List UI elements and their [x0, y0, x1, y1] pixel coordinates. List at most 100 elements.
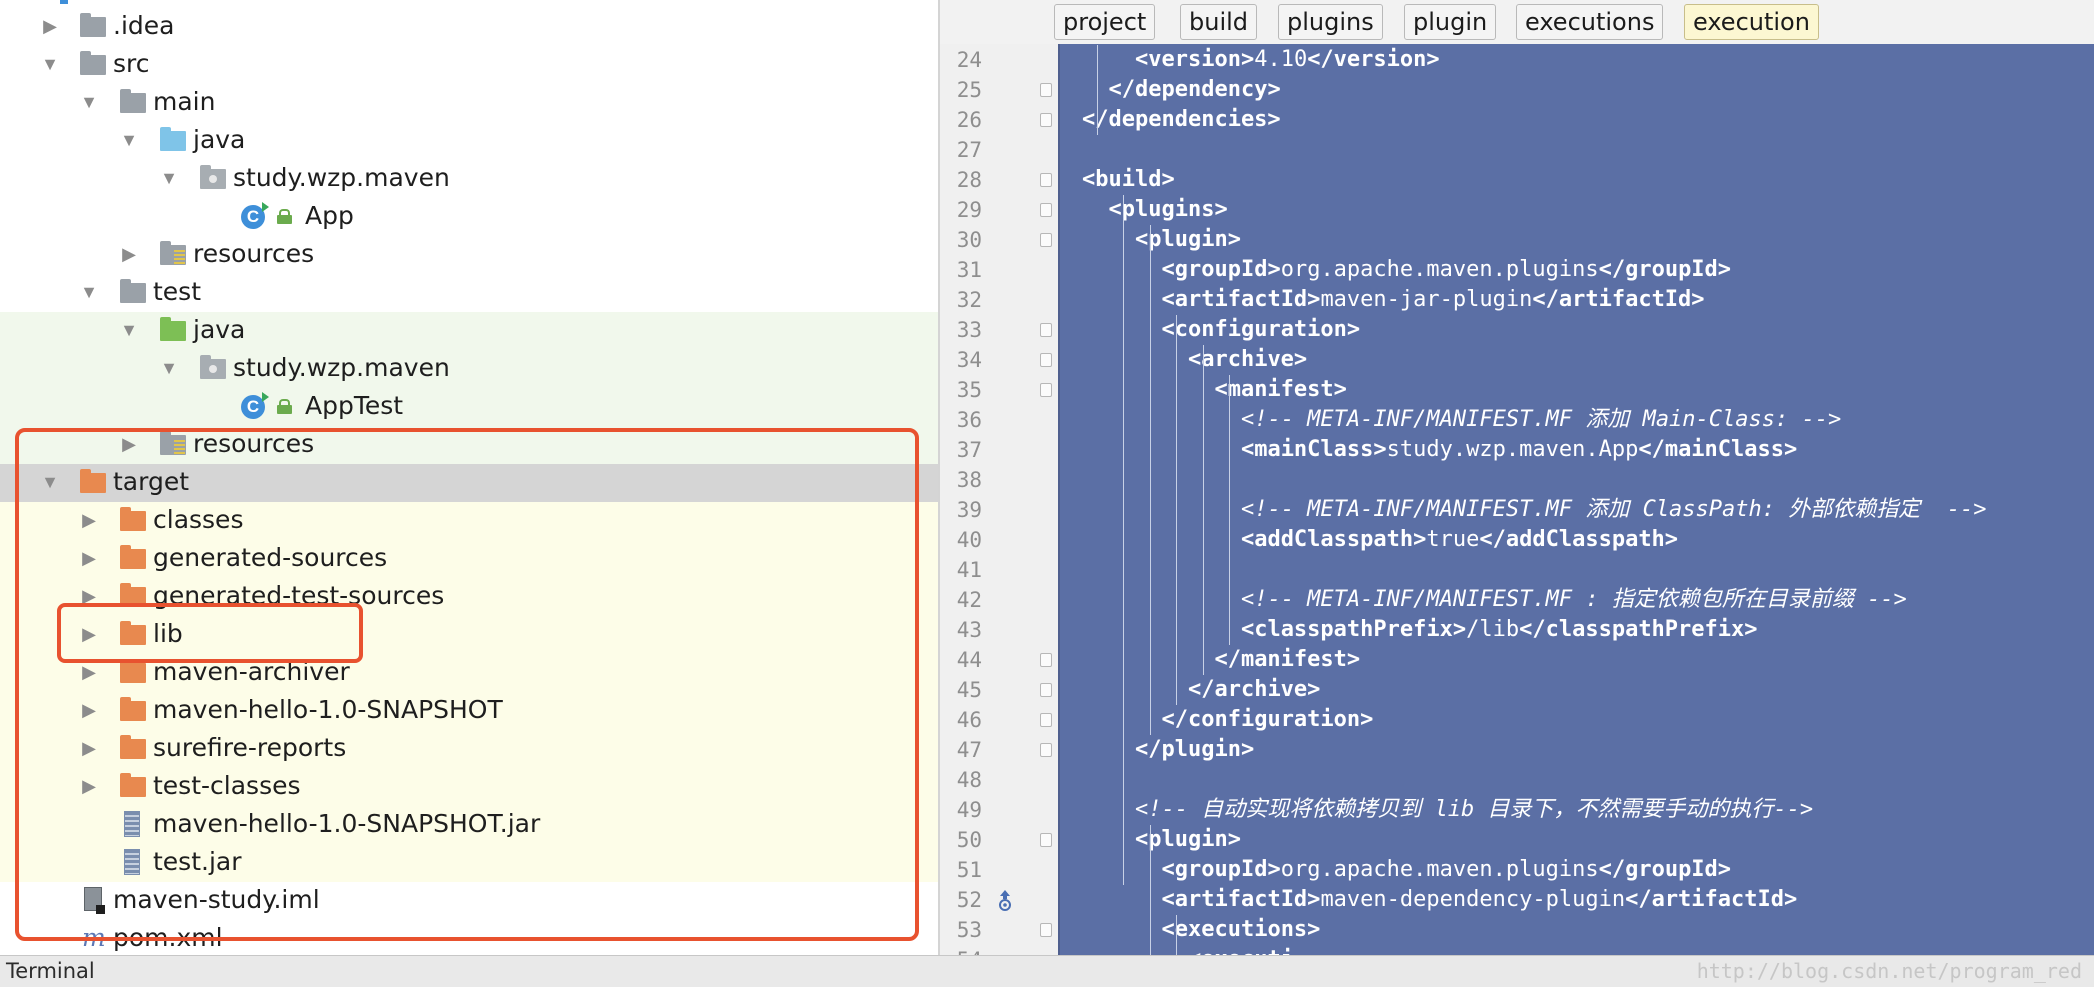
tree-row-apptest[interactable]: C AppTest: [0, 387, 938, 425]
tree-row-test[interactable]: ▼ test: [0, 273, 938, 311]
xml-text: maven-dependency-plugin: [1320, 887, 1626, 912]
code-line: </dependency>: [1082, 75, 1281, 105]
fold-marker-icon[interactable]: [1040, 173, 1052, 187]
xml-tag: </configuration>: [1161, 707, 1374, 732]
fold-marker-icon[interactable]: [1040, 353, 1052, 367]
tree-row-src[interactable]: ▼ src: [0, 45, 938, 83]
folder-icon: [80, 13, 106, 37]
xml-text: study.wzp.maven.App: [1386, 437, 1639, 462]
source-folder-icon: [160, 127, 186, 151]
line-number: 50: [956, 828, 982, 852]
override-marker-icon[interactable]: [998, 889, 1012, 911]
fold-marker-icon[interactable]: [1040, 833, 1052, 847]
test-source-folder-icon: [160, 317, 186, 341]
collapse-arrow-icon[interactable]: ▼: [79, 273, 99, 311]
expand-arrow-icon[interactable]: ▶: [40, 7, 60, 45]
xml-text: 4.10: [1254, 47, 1308, 72]
indent-guide: [1123, 195, 1124, 885]
fold-marker-icon[interactable]: [1040, 113, 1052, 127]
fold-marker-icon[interactable]: [1040, 743, 1052, 757]
run-badge-icon: [262, 392, 269, 402]
line-number: 45: [956, 678, 982, 702]
xml-tag: <groupId>: [1161, 257, 1281, 282]
xml-comment: <!-- 自动实现将依赖拷贝到 lib 目录下，不然需要手动的执行-->: [1134, 797, 1814, 822]
tree-row-main-package[interactable]: ▼ study.wzp.maven: [0, 159, 938, 197]
xml-tag: <groupId>: [1161, 857, 1281, 882]
breadcrumb-project[interactable]: project: [1054, 4, 1156, 40]
tree-row-main-resources[interactable]: ▶ resources: [0, 235, 938, 273]
breadcrumb-plugins[interactable]: plugins: [1278, 4, 1383, 40]
xml-tag: <version>: [1134, 47, 1255, 72]
breadcrumb-executions[interactable]: executions: [1516, 4, 1664, 40]
fold-marker-icon[interactable]: [1040, 713, 1052, 727]
code-line: <archive>: [1082, 345, 1307, 375]
fold-marker-icon[interactable]: [1040, 233, 1052, 247]
fold-marker-icon[interactable]: [1040, 383, 1052, 397]
xml-text: org.apache.maven.plugins: [1280, 257, 1599, 282]
line-number: 46: [956, 708, 982, 732]
tree-row-idea[interactable]: ▶ .idea: [0, 7, 938, 45]
xml-comment: <!-- META-INF/MANIFEST.MF 添加 ClassPath: …: [1240, 497, 1987, 522]
fold-marker-icon[interactable]: [1040, 923, 1052, 937]
line-number: 26: [956, 108, 982, 132]
xml-tag: <artifactId>: [1161, 287, 1321, 312]
tree-row-test-package[interactable]: ▼ study.wzp.maven: [0, 349, 938, 387]
indent-guide: [1149, 225, 1151, 735]
code-editor[interactable]: project build plugins plugin executions …: [940, 0, 2094, 955]
fold-marker-icon[interactable]: [1040, 83, 1052, 97]
breadcrumb-build[interactable]: build: [1180, 4, 1258, 40]
xml-text: org.apache.maven.plugins: [1280, 857, 1599, 882]
xml-tag: <manifest>: [1214, 377, 1347, 402]
folder-icon: [80, 51, 106, 75]
code-line: <groupId>org.apache.maven.plugins</group…: [1082, 855, 1731, 885]
tree-label: study.wzp.maven: [233, 353, 450, 382]
tree-row-test-java[interactable]: ▼ java: [0, 311, 938, 349]
tree-label: java: [193, 125, 246, 154]
fold-marker-icon[interactable]: [1040, 683, 1052, 697]
tree-label: resources: [193, 239, 315, 268]
line-number: 42: [956, 588, 982, 612]
indent-guide: [1202, 345, 1204, 675]
collapse-arrow-icon[interactable]: ▼: [119, 121, 139, 159]
tree-row-main-java[interactable]: ▼ java: [0, 121, 938, 159]
run-badge-icon: [262, 202, 269, 212]
expand-arrow-icon[interactable]: ▶: [119, 235, 139, 273]
tree-label: App: [305, 201, 354, 230]
xml-tag: </classpathPrefix>: [1519, 617, 1758, 642]
line-number: 48: [956, 768, 982, 792]
tree-row-app[interactable]: C App: [0, 197, 938, 235]
code-line: <addClasspath>true</addClasspath>: [1082, 525, 1678, 555]
code-line: <executi: [1082, 945, 1294, 955]
breadcrumb-plugin[interactable]: plugin: [1404, 4, 1497, 40]
terminal-tab[interactable]: Terminal: [6, 956, 95, 987]
code-line: <artifactId>maven-dependency-plugin</art…: [1082, 885, 1797, 915]
code-line: <!-- META-INF/MANIFEST.MF 添加 Main-Class:…: [1082, 405, 1841, 435]
package-icon: [200, 355, 226, 379]
code-line: <plugin>: [1082, 825, 1241, 855]
xml-comment: <!-- META-INF/MANIFEST.MF 添加 Main-Class:…: [1240, 407, 1842, 432]
collapse-arrow-icon[interactable]: ▼: [40, 45, 60, 83]
line-number: 40: [956, 528, 982, 552]
xml-text: maven-jar-plugin: [1320, 287, 1533, 312]
xml-tag: </manifest>: [1214, 647, 1361, 672]
fold-marker-icon[interactable]: [1040, 203, 1052, 217]
fold-marker-icon[interactable]: [1040, 323, 1052, 337]
line-number: 33: [956, 318, 982, 342]
collapse-arrow-icon[interactable]: ▼: [119, 311, 139, 349]
tree-row-main[interactable]: ▼ main: [0, 83, 938, 121]
code-area[interactable]: <version>4.10</version> </dependency> </d…: [1058, 44, 2094, 955]
line-number: 37: [956, 438, 982, 462]
collapse-arrow-icon[interactable]: ▼: [159, 159, 179, 197]
collapse-arrow-icon[interactable]: ▼: [159, 349, 179, 387]
breadcrumb-execution[interactable]: execution: [1684, 4, 1819, 40]
fold-marker-icon[interactable]: [1040, 653, 1052, 667]
project-tree: ▶ .idea ▼ src ▼ main ▼ java ▼ study.wzp.…: [0, 0, 940, 955]
collapse-arrow-icon[interactable]: ▼: [79, 83, 99, 121]
